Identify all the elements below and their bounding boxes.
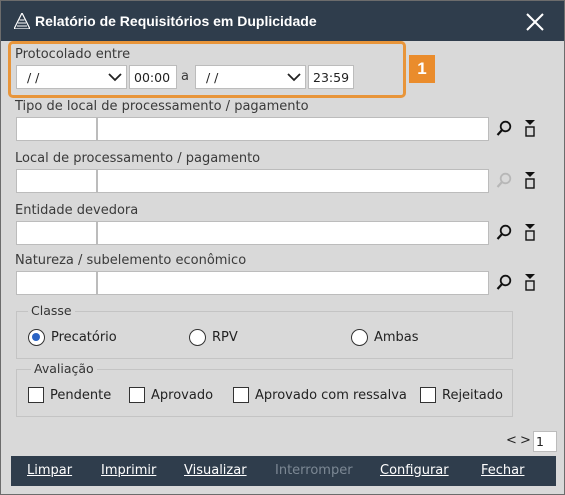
checkbox-pendente-label: Pendente [50, 388, 112, 403]
date-to-value: / / [206, 70, 219, 85]
time-to-value: 23:59 [313, 70, 350, 85]
time-from-value: 00:00 [134, 70, 171, 85]
tipo-local-description-input[interactable] [97, 117, 489, 141]
pager-next-button[interactable]: > [520, 433, 531, 448]
window-title: Relatório de Requisitórios em Duplicidad… [35, 13, 317, 29]
callout-badge: 1 [409, 55, 435, 83]
avaliacao-label: Avaliação [31, 361, 97, 376]
clear-field-icon[interactable] [523, 171, 537, 189]
limpar-button[interactable]: Limpar [27, 463, 72, 478]
clear-field-icon[interactable] [523, 273, 537, 291]
natureza-code-input[interactable] [16, 271, 97, 295]
natureza-label: Natureza / subelemento econômico [15, 253, 247, 268]
checkbox-aprovado-com-ressalva[interactable] [233, 387, 249, 403]
local-code-input[interactable] [16, 169, 97, 193]
imprimir-button[interactable]: Imprimir [101, 463, 156, 478]
entidade-code-input[interactable] [16, 221, 97, 245]
tipo-local-label: Tipo de local de processamento / pagamen… [15, 99, 309, 114]
footer-toolbar: Limpar Imprimir Visualizar Interromper C… [11, 456, 556, 486]
chevron-down-icon [287, 73, 301, 82]
app-logo-icon [14, 13, 30, 29]
checkbox-aprovado[interactable] [129, 387, 145, 403]
configurar-button[interactable]: Configurar [380, 463, 449, 478]
radio-ambas[interactable] [351, 329, 368, 346]
checkbox-rejeitado[interactable] [420, 387, 436, 403]
clear-field-icon[interactable] [523, 119, 537, 137]
search-icon [496, 172, 512, 188]
radio-ambas-label: Ambas [374, 330, 419, 345]
date-from-value: / / [27, 70, 40, 85]
protocolado-label: Protocolado entre [15, 47, 131, 62]
search-icon[interactable] [496, 120, 512, 137]
natureza-description-input[interactable] [97, 271, 489, 295]
time-from-input[interactable]: 00:00 [129, 65, 177, 89]
checkbox-rejeitado-label: Rejeitado [442, 388, 503, 403]
search-icon[interactable] [496, 274, 512, 291]
time-to-input[interactable]: 23:59 [308, 65, 354, 89]
interromper-button: Interromper [275, 463, 353, 478]
radio-precatorio-label: Precatório [51, 330, 117, 345]
local-label: Local de processamento / pagamento [15, 151, 261, 166]
classe-label: Classe [28, 303, 75, 318]
radio-precatorio[interactable] [28, 329, 45, 346]
report-dialog: Relatório de Requisitórios em Duplicidad… [0, 0, 565, 495]
date-to-select[interactable]: / / [195, 65, 306, 89]
visualizar-button[interactable]: Visualizar [184, 463, 247, 478]
checkbox-pendente[interactable] [28, 387, 44, 403]
date-from-select[interactable]: / / [16, 65, 127, 89]
checkbox-aprovado-label: Aprovado [151, 388, 214, 403]
search-icon[interactable] [496, 224, 512, 241]
checkbox-aprovado-com-ressalva-label: Aprovado com ressalva [255, 388, 407, 403]
pager-prev-button[interactable]: < [506, 433, 517, 448]
entidade-description-input[interactable] [97, 221, 489, 245]
chevron-down-icon [108, 73, 122, 82]
radio-rpv-label: RPV [212, 330, 238, 345]
tipo-local-code-input[interactable] [16, 117, 97, 141]
radio-rpv[interactable] [189, 329, 206, 346]
pager-page-input[interactable]: 1 [533, 431, 557, 452]
fechar-button[interactable]: Fechar [481, 463, 524, 478]
entidade-label: Entidade devedora [15, 203, 139, 218]
title-bar: Relatório de Requisitórios em Duplicidad… [1, 1, 564, 41]
clear-field-icon[interactable] [523, 223, 537, 241]
close-icon[interactable] [523, 10, 547, 34]
range-separator: a [181, 69, 189, 84]
pager-page-value: 1 [536, 434, 544, 449]
local-description-input[interactable] [97, 169, 489, 193]
